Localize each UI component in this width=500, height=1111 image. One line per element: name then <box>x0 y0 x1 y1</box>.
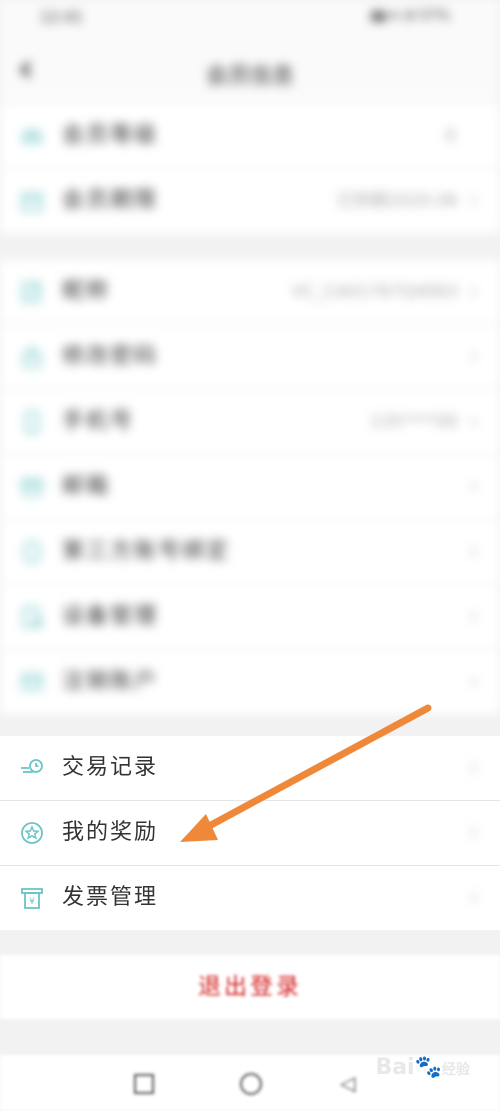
annotation-arrow-icon <box>180 704 432 842</box>
